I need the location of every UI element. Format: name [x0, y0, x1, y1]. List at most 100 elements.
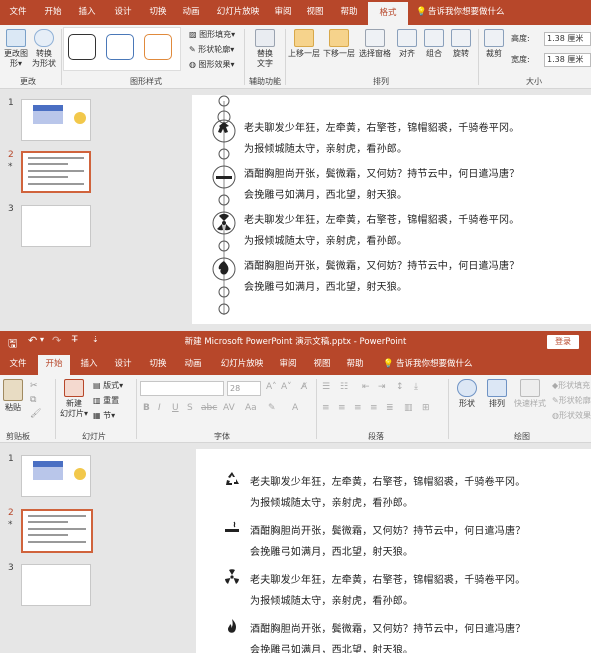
format-painter-icon[interactable]: 🖌 [30, 409, 41, 419]
slide-thumbnail-2[interactable] [21, 509, 93, 553]
increase-font-icon[interactable]: A˄ [266, 382, 277, 392]
tab-help[interactable]: 帮助 [337, 0, 361, 25]
slide-number-3: 3 [8, 563, 14, 573]
decrease-indent-icon[interactable]: ⇤ [362, 382, 370, 392]
arrange-button[interactable]: 排列 [484, 379, 510, 409]
rotate-button[interactable]: 旋转 [450, 29, 472, 59]
tab-slideshow[interactable]: 幻灯片放映 [212, 0, 264, 25]
font-size-select[interactable]: 28 [227, 381, 261, 396]
tab-home[interactable]: 开始 [40, 0, 66, 25]
quick-styles-button[interactable]: 快速样式 [512, 379, 548, 409]
tab-insert[interactable]: 插入 [76, 353, 102, 375]
bold-icon[interactable]: B [143, 403, 150, 413]
change-case-icon[interactable]: Aa [245, 403, 257, 413]
shape-fill-button[interactable]: ◆形状填充 [552, 380, 590, 391]
numbering-icon[interactable]: ☷ [340, 382, 348, 392]
tab-slideshow[interactable]: 幻灯片放映 [216, 353, 268, 375]
cut-icon[interactable]: ✂ [30, 381, 38, 391]
highlight-icon[interactable]: ✎ [268, 403, 276, 413]
tab-review[interactable]: 审阅 [276, 353, 300, 375]
bullets-icon[interactable]: ☰ [322, 382, 330, 392]
tab-view[interactable]: 视图 [310, 353, 334, 375]
selection-pane-button[interactable]: 选择窗格 [358, 29, 392, 59]
columns-icon[interactable]: ▥ [404, 403, 413, 413]
layout-button[interactable]: ▤ 版式▾ [93, 380, 123, 391]
slide-thumbnail-1[interactable] [21, 99, 91, 141]
underline-icon[interactable]: U [172, 403, 179, 413]
thumb-text-line [28, 515, 86, 517]
group-button[interactable]: 组合 [423, 29, 445, 59]
distribute-icon[interactable]: ≣ [386, 403, 394, 413]
tab-insert[interactable]: 插入 [74, 0, 100, 25]
tab-animations[interactable]: 动画 [178, 0, 204, 25]
tab-design[interactable]: 设计 [110, 0, 136, 25]
align-left-icon[interactable]: ≡ [322, 403, 330, 413]
smartart-icon[interactable]: ⊞ [422, 403, 430, 413]
graphic-fill-button[interactable]: ▨ 图形填充▾ [189, 29, 235, 40]
paste-button[interactable]: 粘贴 [2, 379, 24, 413]
slide-thumbnail-3[interactable] [21, 205, 91, 247]
shape-effects-button[interactable]: ◍形状效果 [552, 410, 591, 421]
shadow-icon[interactable]: S [187, 403, 193, 413]
bring-forward-button[interactable]: 上移一层 [287, 29, 321, 59]
tell-me-search[interactable]: 告诉我你想要做什么 [396, 353, 473, 375]
crop-button[interactable]: 裁剪 [482, 29, 506, 59]
strikethrough-icon[interactable]: abc [201, 403, 217, 413]
copy-icon[interactable]: ⧉ [30, 395, 36, 405]
new-slide-icon [64, 379, 84, 397]
slide-thumbnail-3[interactable] [21, 564, 91, 606]
convert-to-shape-button[interactable]: 转换 为形状 [30, 29, 58, 69]
tab-file[interactable]: 文件 [6, 0, 30, 25]
new-slide-button[interactable]: 新建 幻灯片▾ [58, 379, 90, 419]
graphic-effects-button[interactable]: ◍ 图形效果▾ [189, 59, 235, 70]
justify-icon[interactable]: ≡ [370, 403, 378, 413]
tab-transitions[interactable]: 切换 [145, 0, 171, 25]
clear-format-icon[interactable]: A̸ [301, 382, 307, 392]
char-spacing-icon[interactable]: AV [223, 403, 235, 413]
tab-review[interactable]: 审阅 [271, 0, 295, 25]
font-color-icon[interactable]: A [292, 403, 298, 413]
section-button[interactable]: ▦ 节▾ [93, 410, 115, 421]
login-button[interactable]: 登录 [547, 335, 579, 349]
group-label-paragraph: 段落 [368, 432, 384, 441]
reset-button[interactable]: ▥ 重置 [93, 395, 119, 406]
tell-me-search[interactable]: 告诉我你想要做什么 [428, 0, 505, 25]
slide-thumbnail-1[interactable] [21, 455, 91, 497]
tab-help[interactable]: 帮助 [343, 353, 367, 375]
send-backward-button[interactable]: 下移一层 [322, 29, 356, 59]
decrease-font-icon[interactable]: A˅ [281, 382, 292, 392]
change-shape-button[interactable]: 更改图 形▾ [2, 29, 30, 69]
tab-view[interactable]: 视图 [303, 0, 327, 25]
graphic-style-2[interactable] [106, 34, 134, 60]
line-spacing-icon[interactable]: ↕ [396, 382, 404, 392]
recycle-icon [226, 472, 239, 485]
font-name-select[interactable] [140, 381, 224, 396]
tab-file[interactable]: 文件 [6, 353, 30, 375]
align-button[interactable]: 对齐 [396, 29, 418, 59]
shape-outline-button[interactable]: ✎形状轮廓 [552, 395, 591, 406]
tab-format[interactable]: 格式 [368, 2, 408, 25]
align-right-icon[interactable]: ≡ [354, 403, 362, 413]
shape-button[interactable]: 形状 [454, 379, 480, 409]
tab-design[interactable]: 设计 [110, 353, 136, 375]
text-direction-icon[interactable]: ⤓ [414, 382, 418, 392]
selected-picture-bullets[interactable] [208, 95, 238, 321]
reset-label: 重置 [103, 396, 120, 405]
align-center-icon[interactable]: ≡ [338, 403, 346, 413]
italic-icon[interactable]: I [158, 403, 161, 413]
height-input[interactable]: 1.38 厘米 [544, 32, 591, 46]
width-input[interactable]: 1.38 厘米 [544, 53, 591, 67]
shape-outline-button[interactable]: ✎ 形状轮廓▾ [189, 44, 234, 55]
tab-transitions[interactable]: 切换 [145, 353, 171, 375]
poem-line-3: 酒酣胸胆尚开张，鬓微霜，又何妨？持节云中，何日遣冯唐？ [250, 526, 526, 537]
graphic-style-1[interactable] [68, 34, 96, 60]
tab-animations[interactable]: 动画 [180, 353, 206, 375]
separator [244, 29, 245, 85]
increase-indent-icon[interactable]: ⇥ [378, 382, 386, 392]
graphic-style-3[interactable] [144, 34, 172, 60]
tab-home[interactable]: 开始 [38, 355, 70, 375]
top-ribbon-tabs: 文件 开始 插入 设计 切换 动画 幻灯片放映 审阅 视图 帮助 格式 💡 告诉… [0, 0, 591, 25]
slide-thumbnail-2[interactable] [21, 151, 91, 193]
alt-text-button[interactable]: 替换 文字 [250, 29, 280, 69]
paint-bucket-icon: ▨ [189, 30, 200, 39]
